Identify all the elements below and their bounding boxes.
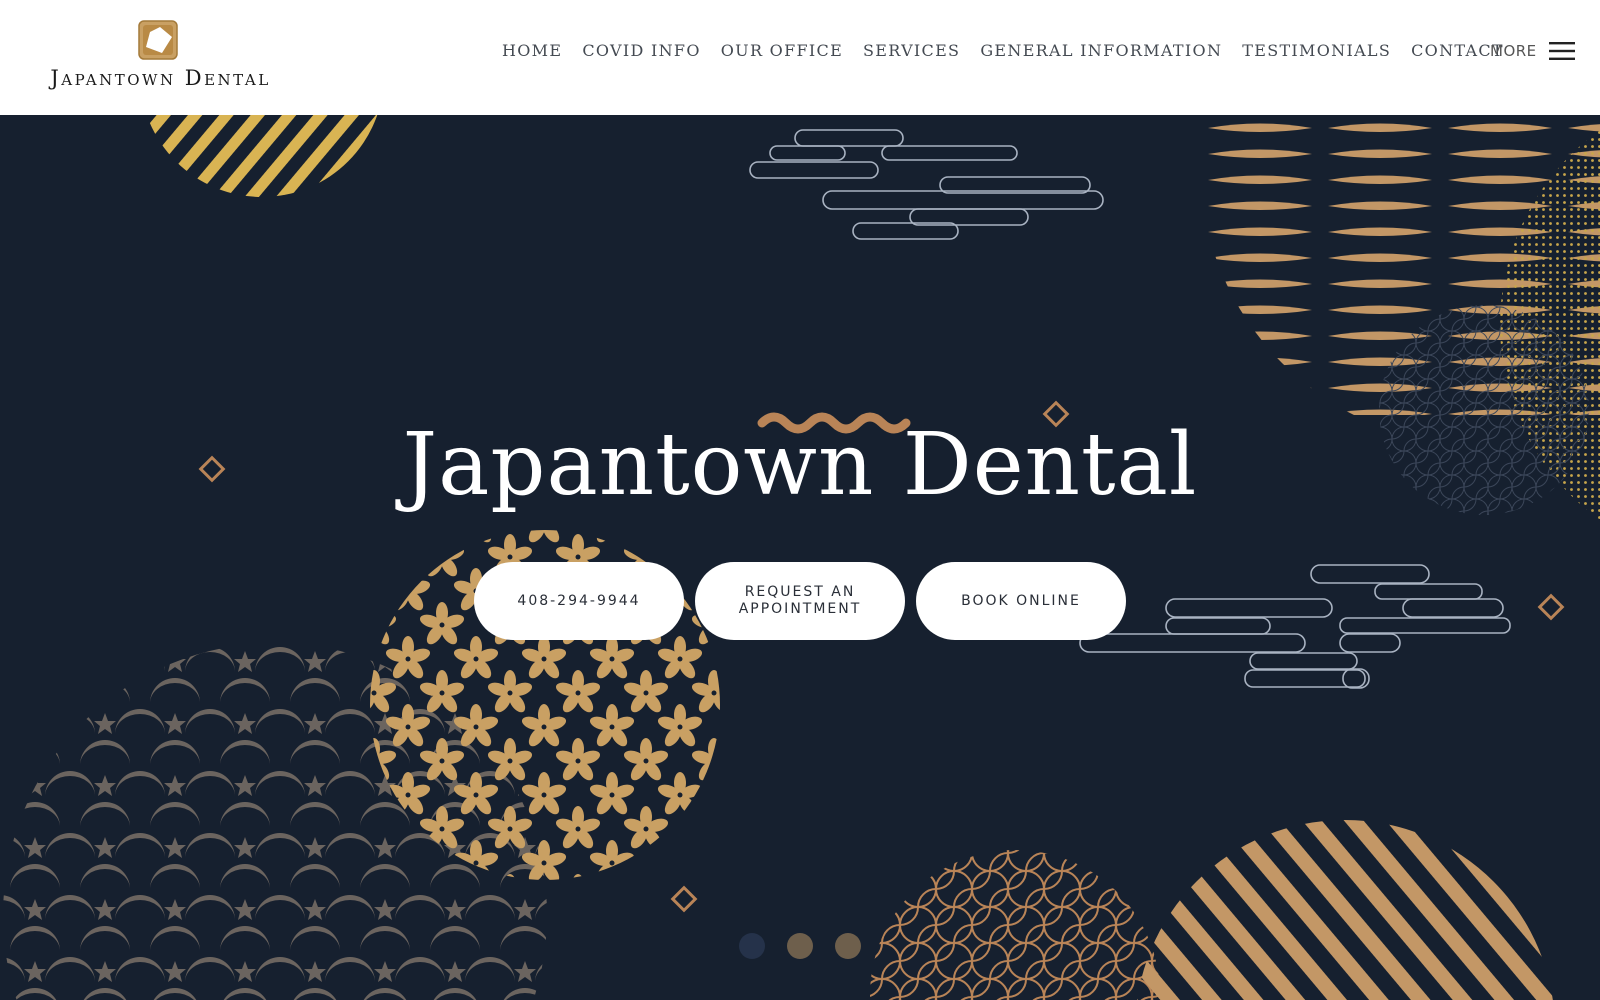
hero-title: Japantown Dental [402,415,1198,515]
request-appointment-line-2: APPOINTMENT [738,601,862,617]
slide-dot-3[interactable] [835,933,861,959]
nav-item-general-information[interactable]: GENERAL INFORMATION [980,38,1222,64]
nav-item-covid-info[interactable]: COVID INFO [582,38,700,64]
nav-item-testimonials[interactable]: TESTIMONIALS [1242,38,1391,64]
book-online-button[interactable]: BOOK ONLINE [916,562,1126,640]
nav-item-services[interactable]: SERVICES [863,38,960,64]
phone-button[interactable]: 408-294-9944 [474,562,684,640]
request-appointment-line-1: REQUEST AN [744,584,856,600]
more-label: MORE [1490,42,1537,60]
slide-dot-1[interactable] [739,933,765,959]
hero-cta-row: 408-294-9944 REQUEST AN APPOINTMENT BOOK… [0,562,1600,640]
slide-dot-2[interactable] [787,933,813,959]
main-nav: HOME COVID INFO OUR OFFICE SERVICES GENE… [502,38,1504,64]
logo-mark-icon [138,20,178,60]
logo-text: Japantown Dental [50,66,271,90]
nav-item-our-office[interactable]: OUR OFFICE [721,38,843,64]
more-menu-button[interactable]: MORE [1490,38,1575,64]
hero-section: Japantown Dental 408-294-9944 REQUEST AN… [0,115,1600,1000]
hamburger-menu-icon [1548,42,1575,60]
request-appointment-button[interactable]: REQUEST AN APPOINTMENT [695,562,905,640]
site-header: Japantown Dental HOME COVID INFO OUR OFF… [0,0,1600,115]
site-logo[interactable]: Japantown Dental [38,18,283,98]
hero-pattern-background [3,115,1600,1000]
slider-pagination [0,933,1600,959]
nav-item-home[interactable]: HOME [502,38,562,64]
